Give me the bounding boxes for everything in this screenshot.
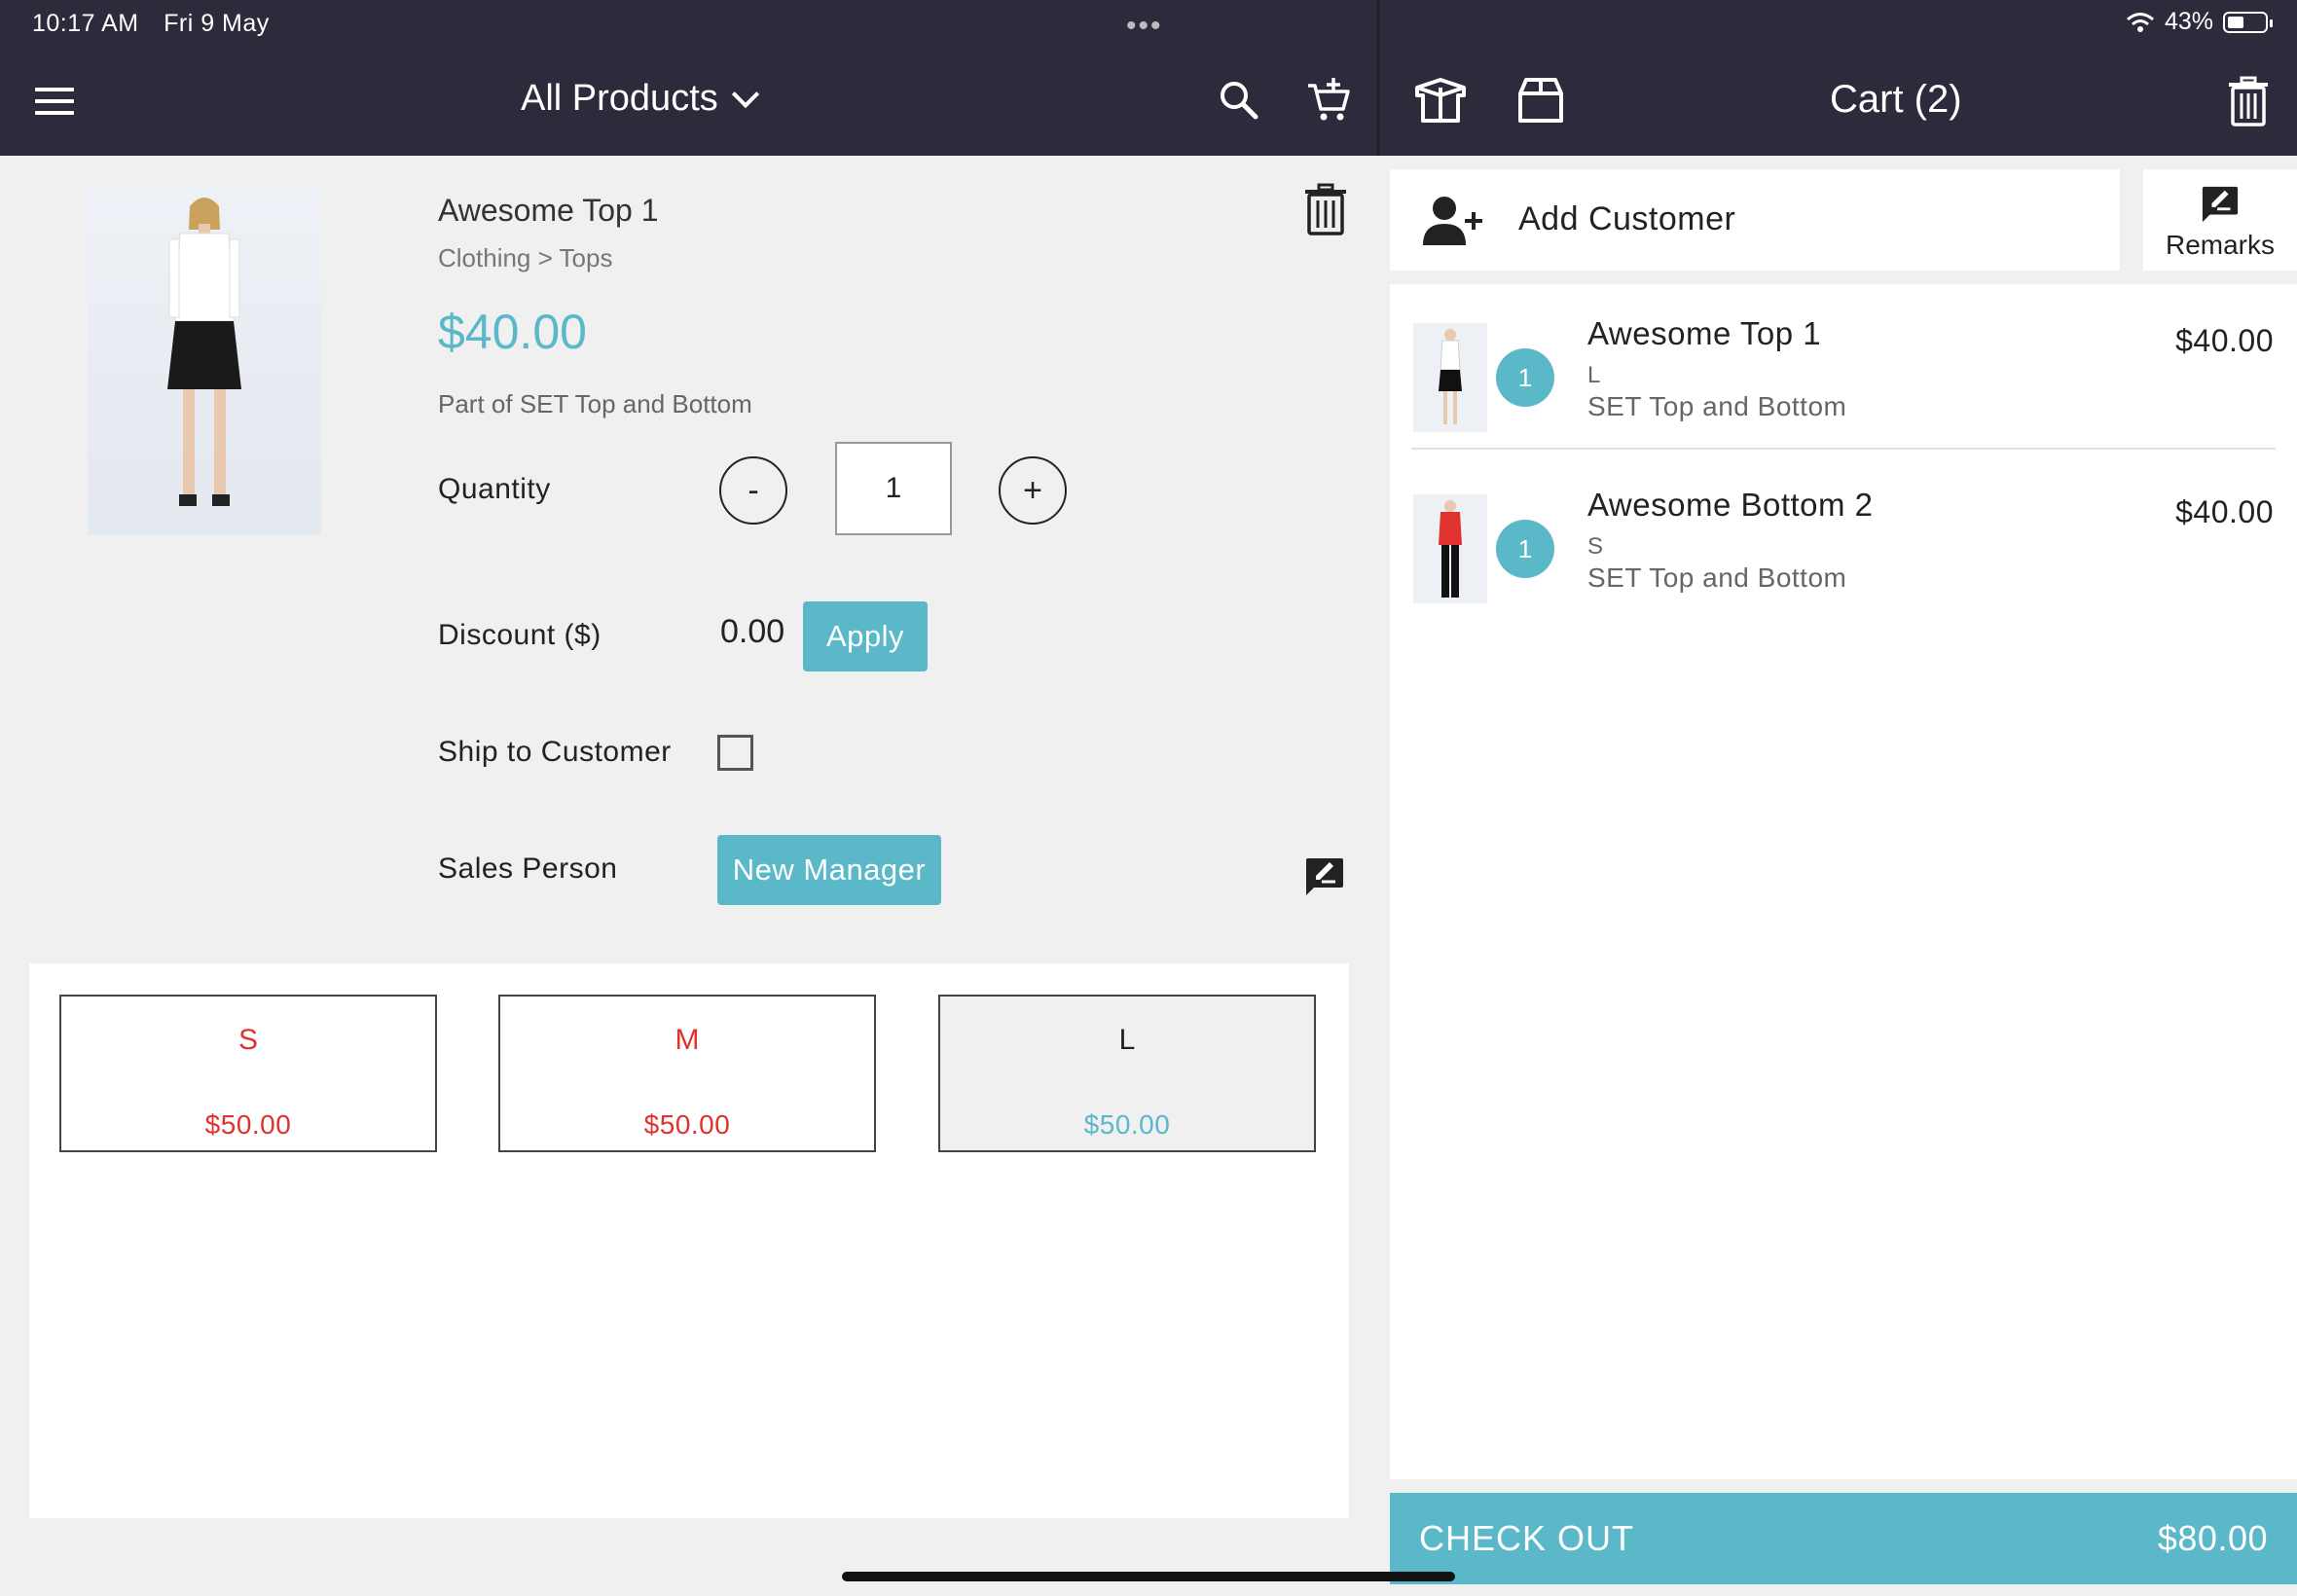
variant-size: L bbox=[1118, 1024, 1136, 1056]
status-date: Fri 9 May bbox=[164, 10, 270, 37]
top-bar: 10:17 AM Fri 9 May ••• 43% All Products bbox=[0, 0, 2297, 156]
discount-label: Discount ($) bbox=[438, 619, 602, 651]
quantity-increase-button[interactable]: + bbox=[999, 456, 1067, 525]
model-figure-illustration bbox=[167, 198, 241, 506]
multitask-dots-icon[interactable]: ••• bbox=[1126, 10, 1163, 43]
variant-size: M bbox=[675, 1024, 700, 1056]
cart-item-quantity-badge: 1 bbox=[1496, 520, 1554, 578]
chevron-down-icon bbox=[731, 80, 759, 108]
variant-price: $50.00 bbox=[643, 1109, 731, 1140]
box-icon[interactable] bbox=[1514, 76, 1567, 125]
checkout-label: CHECK OUT bbox=[1419, 1518, 1635, 1558]
status-indicators: 43% bbox=[2126, 8, 2273, 36]
add-customer-label: Add Customer bbox=[1518, 200, 1736, 237]
add-to-cart-icon[interactable] bbox=[1304, 76, 1353, 125]
quantity-label: Quantity bbox=[438, 473, 551, 505]
cart-title: Cart (2) bbox=[1830, 78, 1962, 121]
variant-option[interactable]: S $50.00 bbox=[59, 995, 437, 1152]
variant-option-selected[interactable]: L $50.00 bbox=[938, 995, 1316, 1152]
discount-input[interactable]: 0.00 bbox=[720, 613, 784, 651]
ship-to-customer-label: Ship to Customer bbox=[438, 736, 672, 768]
variant-grid: S $50.00 M $50.00 L $50.00 bbox=[29, 963, 1349, 1518]
battery-icon bbox=[2223, 11, 2273, 33]
quantity-decrease-button[interactable]: - bbox=[719, 456, 787, 525]
remarks-label: Remarks bbox=[2165, 230, 2275, 260]
variant-option[interactable]: M $50.00 bbox=[498, 995, 876, 1152]
status-time: 10:17 AM bbox=[32, 10, 139, 37]
product-set-note: Part of SET Top and Bottom bbox=[438, 389, 752, 418]
cart-item-divider bbox=[1411, 448, 2276, 450]
sales-person-button[interactable]: New Manager bbox=[717, 835, 941, 905]
products-title: All Products bbox=[521, 78, 718, 119]
clear-cart-trash-icon[interactable] bbox=[2227, 76, 2270, 127]
cart-item[interactable]: 1 Awesome Bottom 2 S SET Top and Bottom … bbox=[1390, 455, 2297, 621]
edit-remark-icon[interactable] bbox=[1304, 856, 1345, 897]
variant-size: S bbox=[237, 1024, 258, 1056]
cart-item[interactable]: 1 Awesome Top 1 L SET Top and Bottom $40… bbox=[1390, 284, 2297, 450]
products-category-dropdown[interactable]: All Products bbox=[521, 78, 759, 120]
cart-item-price: $40.00 bbox=[2175, 494, 2274, 529]
battery-percent: 43% bbox=[2164, 8, 2213, 35]
quantity-input[interactable]: 1 bbox=[835, 442, 952, 535]
pane-divider bbox=[1376, 0, 1380, 156]
cart-item-name: Awesome Bottom 2 bbox=[1587, 487, 1874, 523]
product-category: Clothing > Tops bbox=[438, 243, 613, 272]
checkout-button[interactable]: CHECK OUT $80.00 bbox=[1390, 1493, 2297, 1584]
cart-item-size: S bbox=[1587, 533, 1604, 560]
cart-item-thumbnail bbox=[1413, 494, 1487, 603]
variant-price: $50.00 bbox=[1083, 1109, 1171, 1140]
ship-to-customer-checkbox[interactable] bbox=[717, 735, 753, 771]
cart-item-quantity-badge: 1 bbox=[1496, 348, 1554, 407]
search-icon[interactable] bbox=[1215, 76, 1263, 125]
menu-icon[interactable] bbox=[35, 88, 74, 115]
wifi-icon bbox=[2126, 12, 2154, 32]
cart-item-name: Awesome Top 1 bbox=[1587, 315, 1822, 351]
add-customer-button[interactable]: Add Customer bbox=[1390, 169, 2120, 271]
product-price: $40.00 bbox=[438, 305, 587, 359]
cart-item-thumbnail bbox=[1413, 323, 1487, 432]
status-time-date: 10:17 AM Fri 9 May bbox=[32, 10, 287, 38]
variant-price: $50.00 bbox=[204, 1109, 292, 1140]
product-name: Awesome Top 1 bbox=[438, 193, 659, 228]
cart-item-price: $40.00 bbox=[2175, 323, 2274, 358]
remove-item-trash-icon[interactable] bbox=[1302, 183, 1349, 236]
home-indicator[interactable] bbox=[842, 1572, 1455, 1581]
add-user-icon bbox=[1423, 197, 1482, 245]
cart-list: 1 Awesome Top 1 L SET Top and Bottom $40… bbox=[1390, 284, 2297, 1479]
cart-item-set: SET Top and Bottom bbox=[1587, 391, 1847, 421]
checkout-total: $80.00 bbox=[2157, 1518, 2268, 1558]
remarks-button[interactable]: Remarks bbox=[2143, 169, 2297, 271]
edit-remark-icon bbox=[2202, 186, 2239, 223]
sales-person-label: Sales Person bbox=[438, 852, 618, 885]
cart-item-set: SET Top and Bottom bbox=[1587, 562, 1847, 593]
cart-item-size: L bbox=[1587, 362, 1601, 388]
open-box-icon[interactable] bbox=[1411, 76, 1470, 125]
apply-discount-button[interactable]: Apply bbox=[803, 601, 928, 671]
product-image bbox=[88, 185, 321, 535]
